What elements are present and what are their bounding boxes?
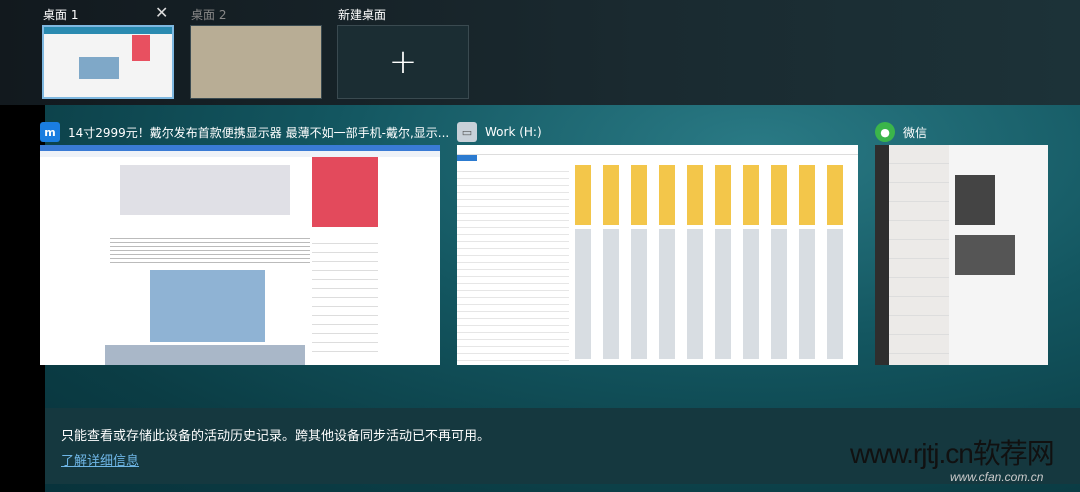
drive-icon: ▭ xyxy=(457,122,477,142)
article-image xyxy=(120,165,290,215)
notice-message: 只能查看或存储此设备的活动历史记录。跨其他设备同步活动已不再可用。 xyxy=(61,429,491,444)
explorer-title-bar xyxy=(457,145,858,155)
wechat-sidebar xyxy=(875,145,889,365)
watermark-cfan: www.cfan.com.cn xyxy=(950,470,1044,484)
chat-image xyxy=(955,175,995,225)
folder-grid xyxy=(575,165,855,225)
thumbnail-image xyxy=(79,57,119,79)
learn-more-link[interactable]: 了解详细信息 xyxy=(61,450,139,469)
sidebar-list xyxy=(312,235,378,355)
article-image xyxy=(150,270,265,342)
new-desktop-button[interactable]: + xyxy=(337,25,469,99)
maxthon-browser-icon: m xyxy=(40,122,60,142)
chat-list xyxy=(889,145,949,365)
desktop-1-thumbnail[interactable] xyxy=(42,25,174,99)
thumbnail-ad xyxy=(132,35,150,61)
new-desktop-label: 新建桌面 xyxy=(338,8,387,22)
article-text xyxy=(110,235,310,265)
desktop-2-label: 桌面 2 xyxy=(191,8,227,22)
browser-address-bar xyxy=(40,151,440,157)
window-title-text: 14寸2999元！戴尔发布首款便携显示器 最薄不如一部手机-戴尔,显示... xyxy=(68,125,450,140)
sidebar-ad xyxy=(312,157,378,227)
wechat-icon: ● xyxy=(875,122,895,142)
browser-window-title[interactable]: m 14寸2999元！戴尔发布首款便携显示器 最薄不如一部手机-戴尔,显示... xyxy=(40,122,449,142)
wechat-window-title[interactable]: ● 微信 xyxy=(875,122,927,142)
plus-icon: + xyxy=(388,42,418,82)
window-title-text: Work (H:) xyxy=(485,125,542,139)
virtual-desktops-bar: 桌面 1 ✕ 桌面 2 新建桌面 + xyxy=(0,0,1080,105)
explorer-ribbon-tab xyxy=(457,155,477,161)
explorer-window-title[interactable]: ▭ Work (H:) xyxy=(457,122,542,142)
explorer-window-thumbnail[interactable] xyxy=(457,145,858,365)
desktop-2-thumbnail[interactable] xyxy=(190,25,322,99)
close-desktop-icon[interactable]: ✕ xyxy=(155,3,168,22)
wechat-window-thumbnail[interactable] xyxy=(875,145,1048,365)
left-edge xyxy=(0,105,45,492)
chat-image xyxy=(955,235,1015,275)
desktop-1-label: 桌面 1 xyxy=(43,8,79,22)
article-image xyxy=(105,345,305,365)
window-title-text: 微信 xyxy=(903,125,928,140)
navigation-pane xyxy=(457,165,569,365)
watermark-rjtj: www.rjtj.cn软荐网 xyxy=(850,438,1055,469)
browser-window-thumbnail[interactable] xyxy=(40,145,440,365)
file-grid xyxy=(575,229,855,359)
